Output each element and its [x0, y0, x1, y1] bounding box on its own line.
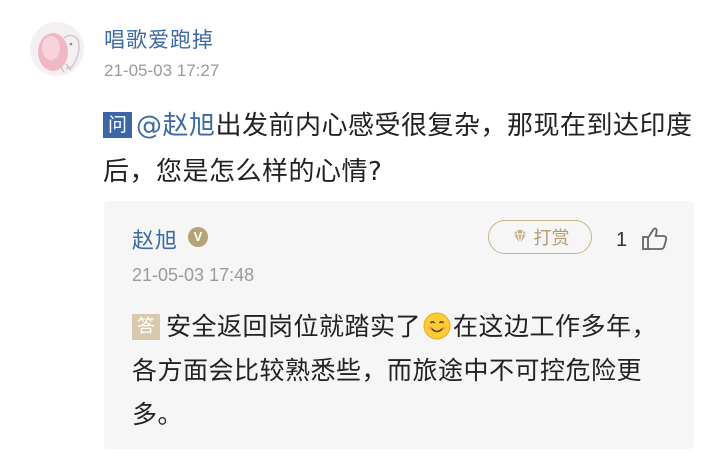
user-avatar[interactable]	[30, 22, 84, 76]
answer-text-block: 答安全返回岗位就踏实了 在这边工作多年，各方面会比较熟悉些，而旅途中不可控危险更…	[132, 305, 672, 437]
answer-badge: 答	[132, 314, 160, 340]
thumbs-up-icon[interactable]	[641, 226, 669, 252]
post-username[interactable]: 唱歌爱跑掉	[104, 24, 214, 54]
question-text-block: 问 @赵旭出发前内心感受很复杂，那现在到达印度后，您是怎么样的心情?	[103, 103, 693, 195]
reply-card: 赵旭 V 打赏 1 21-05-03 17:48 答安全返回岗位就踏实了 在这边…	[104, 201, 694, 449]
post-timestamp: 21-05-03 17:27	[104, 61, 220, 80]
question-badge: 问	[103, 112, 133, 138]
answer-text-part1: 安全返回岗位就踏实了	[166, 312, 422, 341]
avatar-illustration-icon	[38, 33, 80, 73]
reward-button[interactable]: 打赏	[488, 220, 592, 254]
like-count: 1	[616, 229, 628, 251]
smile-emoji-icon	[423, 312, 451, 340]
reply-author-name[interactable]: 赵旭	[132, 223, 178, 255]
reply-timestamp: 21-05-03 17:48	[132, 265, 255, 285]
diamond-icon	[513, 229, 526, 245]
verified-badge: V	[188, 227, 208, 247]
mention-link[interactable]: @赵旭	[136, 111, 216, 141]
reward-label: 打赏	[533, 228, 570, 249]
